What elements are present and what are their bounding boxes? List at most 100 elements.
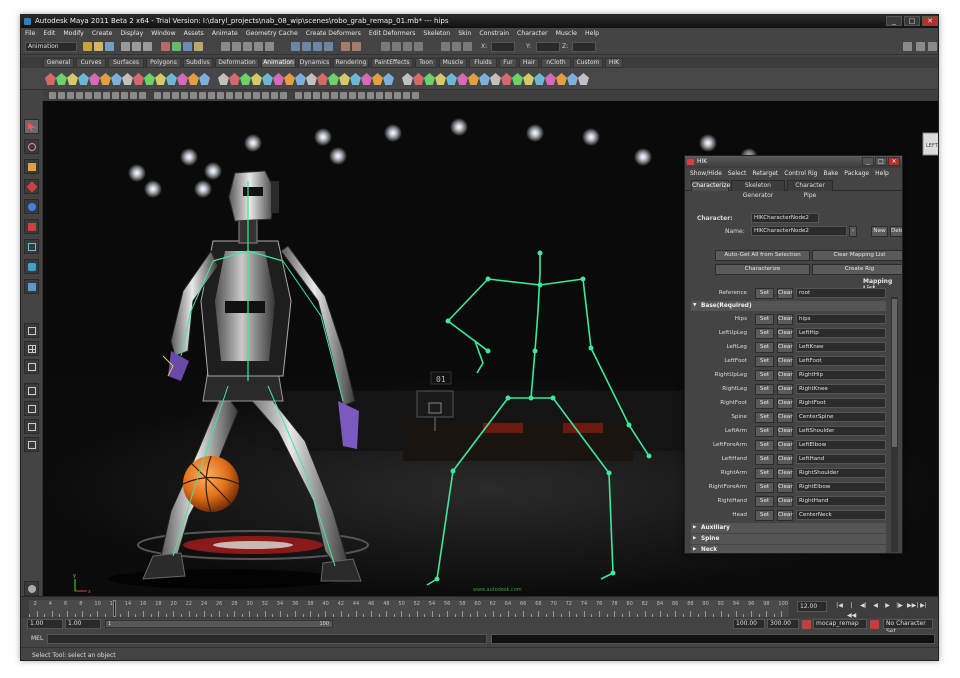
shelf-tool-13-icon[interactable]	[177, 73, 188, 85]
mapping-clear-button[interactable]: Clear	[777, 454, 793, 465]
hik-menu-select[interactable]: Select	[728, 168, 747, 179]
shelf-tool-8-icon[interactable]	[122, 73, 133, 85]
panel-option-31-icon[interactable]	[331, 92, 338, 99]
playback-button-7[interactable]: ▶▶|	[907, 601, 918, 611]
mapping-clear-button[interactable]: Clear	[777, 510, 793, 521]
shelf-tool-14-icon[interactable]	[188, 73, 199, 85]
select-tool[interactable]	[24, 119, 39, 134]
shelf-tool-34-icon[interactable]	[424, 73, 435, 85]
menu-create[interactable]: Create	[92, 28, 113, 39]
panel-option-28-icon[interactable]	[304, 92, 311, 99]
layout-hypershade-button[interactable]	[24, 401, 39, 416]
soft-mod-tool[interactable]	[24, 259, 39, 274]
new-scene-icon[interactable]	[83, 42, 92, 51]
mapping-set-button[interactable]: Set	[755, 454, 774, 465]
shelf-tool-20-icon[interactable]	[262, 73, 273, 85]
panel-option-26-icon[interactable]	[280, 92, 287, 99]
panel-option-23-icon[interactable]	[253, 92, 260, 99]
playback-button-6[interactable]: |▶	[895, 601, 904, 611]
layout-single-button[interactable]	[24, 323, 39, 338]
sel-mask-4-icon[interactable]	[324, 42, 333, 51]
character-set-dropdown[interactable]: No Character Set	[883, 619, 933, 635]
shelf-tool-26-icon[interactable]	[328, 73, 339, 85]
panel-option-37-icon[interactable]	[385, 92, 392, 99]
shelf-tool-10-icon[interactable]	[144, 73, 155, 85]
mapping-clear-button[interactable]: Clear	[777, 342, 793, 353]
mapping-set-button[interactable]: Set	[755, 412, 774, 423]
shelf-tool-48-icon[interactable]	[578, 73, 589, 85]
mapping-value-field[interactable]: RightHand	[796, 496, 886, 506]
sel-mask-icon[interactable]	[291, 42, 300, 51]
panel-option-1-icon[interactable]	[49, 92, 56, 99]
panel-option-4-icon[interactable]	[76, 92, 83, 99]
shelf-tab-fur[interactable]: Fur	[499, 58, 517, 68]
mapping-clear-button[interactable]: Clear	[777, 384, 793, 395]
close-button[interactable]: ✕	[922, 16, 938, 26]
end-range-field[interactable]: 100.00	[733, 619, 765, 629]
mapping-clear-button[interactable]: Clear	[777, 426, 793, 437]
playback-button-5[interactable]: ▶	[883, 601, 892, 611]
shelf-tool-27-icon[interactable]	[339, 73, 350, 85]
shelf-tool-15-icon[interactable]	[199, 73, 210, 85]
maximize-button[interactable]: □	[904, 16, 920, 26]
tab-skeleton-generator[interactable]: Skeleton Generator	[731, 180, 785, 199]
shelf-tab-fluids[interactable]: Fluids	[469, 58, 497, 68]
anim-layer-field[interactable]: mocap_remap	[813, 619, 867, 629]
shelf-tool-38-icon[interactable]	[468, 73, 479, 85]
render-view-icon[interactable]	[232, 42, 241, 51]
shelf-tab-toon[interactable]: Toon	[415, 58, 437, 68]
shelf-tool-4-icon[interactable]	[78, 73, 89, 85]
mapping-set-button[interactable]: Set	[755, 398, 774, 409]
mapping-value-field[interactable]: LeftHip	[796, 328, 886, 338]
shelf-tool-12-icon[interactable]	[166, 73, 177, 85]
shelf-tool-21-icon[interactable]	[273, 73, 284, 85]
hik-menu-show-hide[interactable]: Show/Hide	[690, 168, 722, 179]
mapping-value-field[interactable]: LeftFoot	[796, 356, 886, 366]
character-controls-button[interactable]	[24, 581, 39, 596]
render-settings-icon[interactable]	[265, 42, 274, 51]
panel-option-30-icon[interactable]	[322, 92, 329, 99]
y-field[interactable]	[536, 42, 560, 52]
lasso-tool[interactable]	[24, 139, 39, 154]
shelf-tool-31-icon[interactable]	[383, 73, 394, 85]
name-field[interactable]: HIKCharacterNode2	[751, 226, 847, 236]
shelf-tab-subdivs[interactable]: Subdivs	[183, 58, 213, 68]
menu-animate[interactable]: Animate	[212, 28, 238, 39]
mapping-clear-button[interactable]: Clear	[777, 496, 793, 507]
menu-skeleton[interactable]: Skeleton	[423, 28, 450, 39]
rotate-tool[interactable]	[24, 199, 39, 214]
layout-persp-outliner-button[interactable]	[24, 359, 39, 374]
panel-option-34-icon[interactable]	[358, 92, 365, 99]
menu-file[interactable]: File	[25, 28, 35, 39]
reference-set-button[interactable]: Set	[755, 288, 774, 299]
mapping-set-button[interactable]: Set	[755, 496, 774, 507]
shelf-tool-45-icon[interactable]	[545, 73, 556, 85]
menu-edit-deformers[interactable]: Edit Deformers	[369, 28, 416, 39]
panel-option-22-icon[interactable]	[244, 92, 251, 99]
manipulator-tool[interactable]	[24, 239, 39, 254]
shelf-tool-32-icon[interactable]	[402, 73, 413, 85]
show-attribute-editor-icon[interactable]	[916, 42, 925, 51]
input-ops-icon[interactable]	[392, 42, 401, 51]
x-field[interactable]	[491, 42, 515, 52]
reference-clear-button[interactable]: Clear	[777, 288, 793, 299]
open-scene-icon[interactable]	[94, 42, 103, 51]
mapping-value-field[interactable]: LeftShoulder	[796, 426, 886, 436]
mapping-clear-button[interactable]: Clear	[777, 356, 793, 367]
tab-characterize[interactable]: Characterize	[691, 180, 730, 191]
mapping-clear-button[interactable]: Clear	[777, 328, 793, 339]
mapping-value-field[interactable]: RightFoot	[796, 398, 886, 408]
show-tool-settings-icon[interactable]	[928, 42, 937, 51]
panel-option-25-icon[interactable]	[271, 92, 278, 99]
select-hierarchy-icon[interactable]	[121, 42, 130, 51]
hik-menu-bake[interactable]: Bake	[824, 168, 839, 179]
panel-option-14-icon[interactable]	[172, 92, 179, 99]
save-scene-icon[interactable]	[105, 42, 114, 51]
mel-label[interactable]: MEL	[31, 635, 43, 642]
range-slider[interactable]: 1 100	[105, 620, 333, 628]
menu-help[interactable]: Help	[585, 28, 599, 39]
mel-input[interactable]	[47, 634, 487, 644]
shelf-tool-2-icon[interactable]	[56, 73, 67, 85]
shelf-tool-5-icon[interactable]	[89, 73, 100, 85]
scale-tool[interactable]	[24, 219, 39, 234]
